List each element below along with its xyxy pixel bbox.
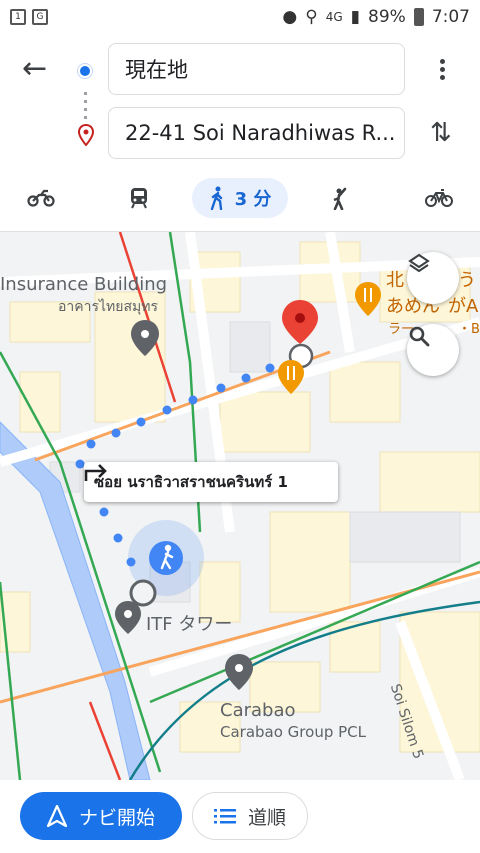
origin-dot-icon [78,64,92,78]
list-icon [213,809,236,824]
motorcycle-icon[interactable] [18,178,64,218]
battery-icon [413,8,424,26]
travel-modes: 3 分 [0,170,480,232]
tab-walking[interactable]: 3 分 [192,178,288,218]
carabao-sub-label: Carabao Group PCL [220,723,366,741]
app-icon: G [32,9,48,25]
swap-icon[interactable]: ⇅ [430,118,452,148]
origin-field[interactable]: 現在地 [108,43,405,95]
more-options-icon[interactable] [434,56,450,86]
directions-header: ← 現在地 22-41 Soi Naradhiwas R... ⇅ [0,34,480,170]
turn-right-icon [84,464,107,481]
restaurant-label-6: ・B [458,322,480,337]
search-icon [409,326,430,347]
carabao-label[interactable]: Carabao [220,700,296,721]
insurance-building-thai-label: อาคารไทยสมุทร [58,299,159,315]
restaurant-label-2: う [458,270,476,291]
status-bar: 1 G ● ⚲ 4G ▮ 89% 7:07 [0,0,480,34]
turn-instruction[interactable]: ซอย นราธิวาสราชนครินทร์ 1 [84,462,338,502]
network-label: 4G [325,10,343,24]
turn-instruction-text: ซอย นราธิวาสราชนครินทร์ 1 [94,473,288,491]
layers-icon [408,253,430,273]
walking-icon [210,186,222,210]
lock-icon: ● [282,7,298,27]
steps-label: 道順 [247,806,286,829]
signal-icon: ▮ [350,7,361,27]
steps-button[interactable]: 道順 [192,792,308,840]
transit-icon[interactable] [116,178,162,218]
clock: 7:07 [431,7,470,27]
notification-icon: 1 [10,9,26,25]
map-view[interactable]: Insurance Building อาคารไทยสมุทร 北 う あめん… [0,232,480,780]
search-along-route-button[interactable] [407,324,459,376]
start-navigation-label: ナビ開始 [78,806,155,829]
route-connector [84,92,87,120]
destination-pin-icon [77,124,95,146]
layers-button[interactable] [407,252,459,304]
bottom-action-bar: ナビ開始 道順 [0,780,480,853]
hail-icon[interactable] [318,178,364,218]
insurance-building-label[interactable]: Insurance Building [0,274,167,295]
bicycle-icon[interactable] [416,178,462,218]
battery-percent: 89% [368,7,406,27]
back-arrow-icon[interactable]: ← [22,54,52,86]
restaurant-label-4: がA [448,296,479,317]
location-icon: ⚲ [305,7,318,27]
navigation-arrow-icon [46,805,67,827]
start-navigation-button[interactable]: ナビ開始 [20,792,182,840]
restaurant-label-1[interactable]: 北 [386,266,404,292]
itf-tower-label[interactable]: ITF タワー [146,610,232,636]
destination-field[interactable]: 22-41 Soi Naradhiwas R... [108,107,405,159]
walking-duration: 3 分 [234,189,272,210]
